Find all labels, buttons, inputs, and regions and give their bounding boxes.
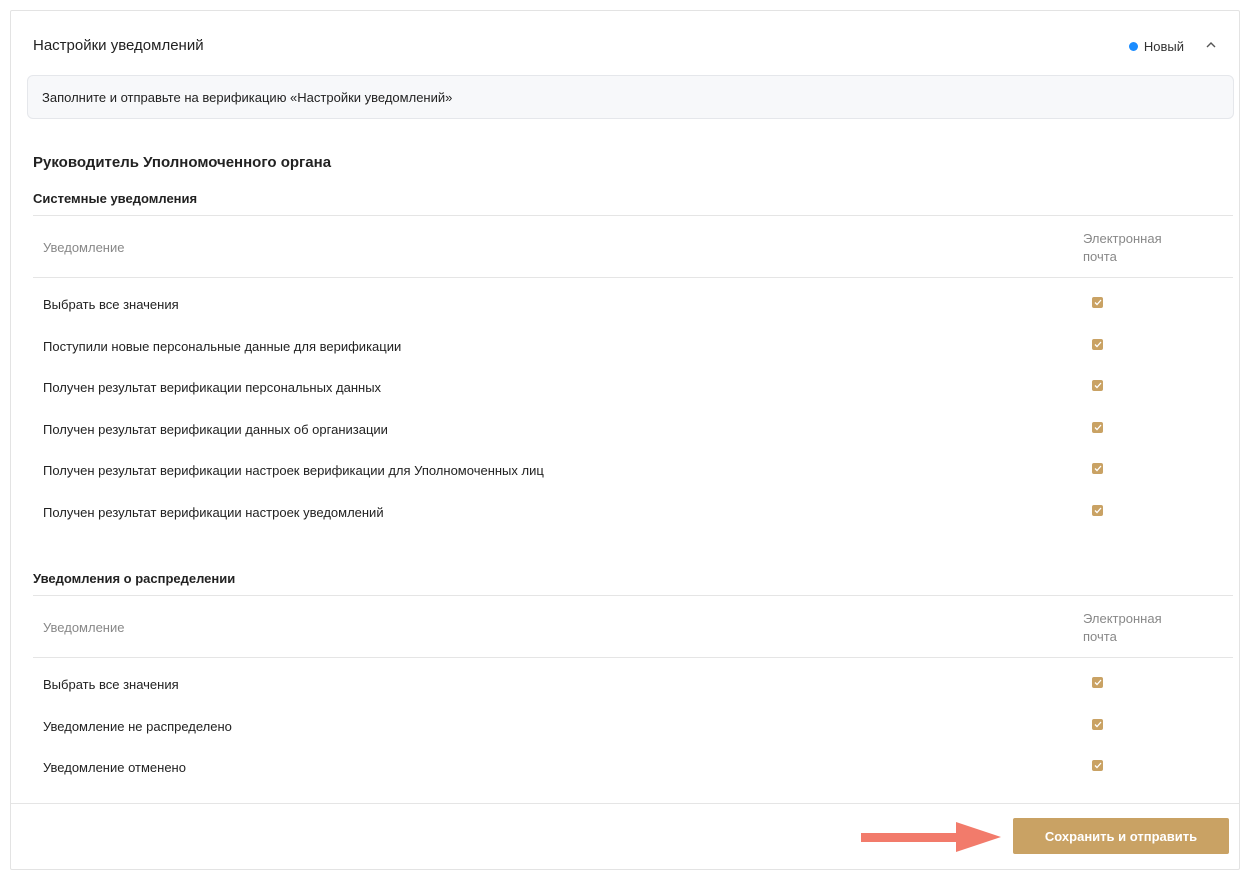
section-title: Системные уведомления (33, 191, 198, 206)
role-title: Руководитель Уполномоченного органа (33, 154, 332, 171)
notification-label: Получен результат верификации данных об … (43, 421, 388, 437)
email-checkbox[interactable] (1092, 338, 1103, 350)
notification-label: Получен результат верификации настроек в… (43, 463, 544, 478)
column-header-notification: Уведомление (43, 620, 125, 635)
status-badge: Новый (1128, 39, 1184, 54)
email-checkbox[interactable] (1092, 504, 1103, 516)
notification-label: Поступили новые персональные данные для … (43, 338, 402, 354)
info-message: Заполните и отправьте на верификацию «На… (27, 75, 1234, 119)
notification-settings-card: Настройки уведомлений Новый Заполните и … (10, 10, 1240, 870)
email-checkbox[interactable] (1092, 718, 1103, 730)
card-footer: Сохранить и отправить (11, 803, 1239, 869)
chevron-up-icon (1206, 42, 1216, 48)
table-row: Получен результат верификации данных об … (33, 409, 1233, 451)
email-checkbox[interactable] (1092, 463, 1103, 474)
table-row: Получен результат верификации настроек у… (33, 492, 1233, 534)
table-row: Уведомление не распределено (33, 706, 1233, 748)
table-body: Выбрать все значения Поступили новые перс… (33, 278, 1233, 533)
email-checkbox[interactable] (1092, 380, 1103, 391)
distribution-notifications-section: Уведомления о распределении Уведомление … (33, 571, 1233, 789)
check-icon (1094, 721, 1101, 727)
notification-label: Уведомление не распределено (43, 718, 232, 734)
notification-label: Выбрать все значения (43, 677, 179, 692)
table-row: Получен результат верификации настроек в… (33, 450, 1233, 492)
email-checkbox[interactable] (1092, 421, 1103, 433)
check-icon (1094, 762, 1101, 769)
column-header-email: Электронная почта (1083, 611, 1162, 644)
table-row: Получен результат верификации персональн… (33, 367, 1233, 409)
notification-label: Получен результат верификации настроек у… (43, 504, 384, 520)
status-label: Новый (1143, 39, 1184, 54)
table-header: Уведомление Электронная почта (33, 215, 1233, 278)
notification-label: Получен результат верификации персональн… (43, 380, 382, 395)
check-icon (1094, 382, 1101, 389)
system-notifications-section: Системные уведомления Уведомление Электр… (33, 191, 1233, 533)
email-checkbox[interactable] (1092, 297, 1103, 308)
section-title: Уведомления о распределении (33, 571, 236, 586)
check-icon (1094, 299, 1101, 306)
table-row: Уведомление отменено (33, 747, 1233, 789)
table-header: Уведомление Электронная почта (33, 595, 1233, 658)
collapse-button[interactable] (1201, 35, 1221, 55)
email-checkbox[interactable] (1092, 760, 1103, 771)
card-header: Настройки уведомлений Новый (11, 11, 1239, 81)
email-checkbox[interactable] (1092, 677, 1103, 688)
check-icon (1094, 341, 1101, 347)
check-icon (1094, 465, 1101, 472)
table-body: Выбрать все значения Уведомление не распр… (33, 658, 1233, 789)
table-row: Поступили новые персональные данные для … (33, 326, 1233, 368)
check-icon (1094, 679, 1101, 686)
notification-label: Уведомление отменено (43, 760, 186, 775)
column-header-notification: Уведомление (43, 240, 125, 255)
check-icon (1094, 424, 1101, 430)
status-dot-icon (1128, 42, 1138, 51)
arrow-right-icon (861, 822, 1001, 852)
notification-label: Выбрать все значения (43, 297, 179, 312)
table-row: Выбрать все значения (33, 664, 1233, 706)
column-header-email: Электронная почта (1083, 231, 1162, 264)
check-icon (1094, 507, 1101, 513)
card-title: Настройки уведомлений (33, 37, 204, 54)
save-and-submit-button[interactable]: Сохранить и отправить (1013, 818, 1229, 854)
table-row: Выбрать все значения (33, 284, 1233, 326)
